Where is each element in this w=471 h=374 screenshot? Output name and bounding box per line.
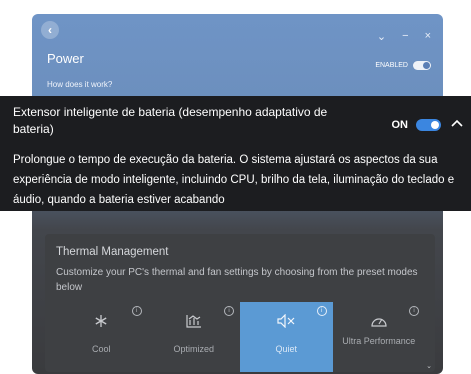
mode-cool[interactable]: i Cool <box>55 302 148 372</box>
gauge-icon <box>333 314 426 328</box>
back-button[interactable]: ‹ <box>41 21 59 39</box>
thermal-title: Thermal Management <box>56 246 169 258</box>
snowflake-icon <box>55 314 148 328</box>
thermal-description: Customize your PC's thermal and fan sett… <box>56 267 418 293</box>
chart-icon <box>148 314 241 328</box>
battery-extender-switch: ON <box>391 119 441 131</box>
mode-ultra-performance[interactable]: i Ultra Performance <box>333 302 426 372</box>
thermal-modes: i Cool i Optimized i Quiet i Ultra Perfo… <box>55 302 425 372</box>
mode-quiet[interactable]: i Quiet <box>240 302 333 372</box>
mode-optimized[interactable]: i Optimized <box>148 302 241 372</box>
minimize-button[interactable]: − <box>402 30 408 43</box>
mode-label: Ultra Performance <box>342 336 416 346</box>
close-button[interactable]: × <box>425 30 431 43</box>
mute-icon <box>240 314 333 328</box>
window-controls: ⌄ − × <box>377 30 431 43</box>
chevron-up-icon[interactable] <box>448 116 466 130</box>
collapse-button[interactable]: ⌄ <box>377 30 386 43</box>
enabled-status: ENABLED <box>375 61 431 70</box>
mode-label: Quiet <box>275 344 297 354</box>
battery-extender-tooltip: Extensor inteligente de bateria (desempe… <box>0 96 471 211</box>
power-enabled-toggle[interactable] <box>413 61 431 70</box>
toggle-state-label: ON <box>391 119 409 131</box>
mode-label: Optimized <box>173 344 214 354</box>
mode-label: Cool <box>91 344 111 354</box>
scroll-down-icon[interactable]: ⌄ <box>426 362 432 370</box>
battery-extender-toggle[interactable] <box>416 119 441 131</box>
battery-extender-title: Extensor inteligente de bateria (desempe… <box>13 105 328 136</box>
enabled-label: ENABLED <box>375 62 408 69</box>
page-title: Power <box>47 51 84 66</box>
back-arrow-icon: ‹ <box>48 23 52 37</box>
thermal-management-panel: Thermal Management Customize your PC's t… <box>45 234 435 372</box>
battery-extender-description: Prolongue o tempo de execução da bateria… <box>13 154 455 206</box>
how-it-works-link[interactable]: How does it work? <box>47 80 112 89</box>
